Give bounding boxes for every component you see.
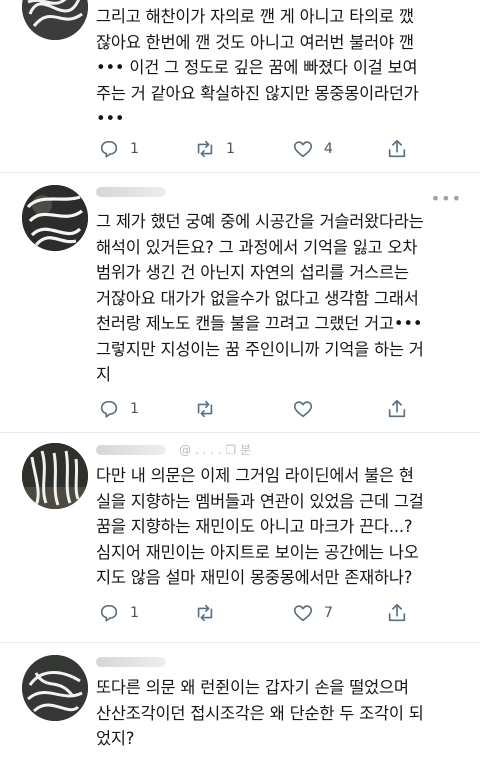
reply-icon [100, 400, 118, 418]
avatar[interactable] [22, 0, 88, 40]
retweet-icon [197, 400, 213, 418]
avatar[interactable] [22, 443, 88, 509]
more-horizontal-icon[interactable]: ••• [431, 189, 462, 208]
heart-icon [293, 141, 313, 158]
reply-icon [100, 604, 118, 622]
tweet-actions: 1 [98, 397, 418, 421]
share-icon [388, 603, 406, 622]
tweet-header [96, 651, 174, 669]
like-count: 4 [324, 141, 333, 157]
tweet-header [96, 181, 174, 199]
tweet-text: 그리고 해찬이가 자의로 깬 게 아니고 타의로 깼 잖아요 한번에 깬 것도 … [96, 7, 419, 128]
retweet-count: 1 [226, 141, 235, 157]
tweet-actions: 1 7 [98, 601, 418, 625]
user-handle[interactable]: @ . . . . ❐ 분 [179, 443, 251, 457]
share-button[interactable] [386, 137, 408, 161]
tweet-text: 그 제가 했던 궁예 중에 시공간을 거슬러왔다라는 해석이 있거든요? 그 과… [96, 212, 424, 384]
display-name[interactable] [96, 656, 166, 667]
avatar[interactable] [22, 655, 88, 721]
display-name[interactable] [96, 186, 166, 197]
like-button[interactable]: 4 [292, 137, 333, 161]
retweet-icon [197, 140, 213, 158]
share-button[interactable] [386, 397, 408, 421]
avatar[interactable] [22, 185, 88, 251]
tweet-header: @ . . . . ❐ 분 [96, 439, 251, 457]
retweet-button[interactable] [194, 601, 226, 625]
reply-icon [100, 140, 118, 158]
reply-button[interactable]: 1 [98, 601, 139, 625]
like-count: 7 [324, 605, 333, 621]
share-icon [388, 399, 406, 418]
tweet-4[interactable]: 또다른 의문 왜 런쥔이는 갑자기 손을 떨었으며 산산조각이던 접시조각은 왜… [0, 643, 480, 763]
reply-count: 1 [130, 605, 139, 621]
tweet-2[interactable]: ••• 그 제가 했던 궁예 중에 시공간을 거슬러왔다라는 해석이 있거든요?… [0, 173, 480, 431]
tweet-actions: 1 1 4 [98, 137, 418, 161]
heart-icon [293, 605, 313, 622]
share-button[interactable] [386, 601, 408, 625]
share-icon [388, 139, 406, 158]
like-button[interactable] [292, 397, 324, 421]
reply-count: 1 [130, 401, 139, 417]
tweet-text: 또다른 의문 왜 런쥔이는 갑자기 손을 떨었으며 산산조각이던 접시조각은 왜… [96, 678, 424, 748]
reply-button[interactable]: 1 [98, 137, 139, 161]
retweet-icon [197, 604, 213, 622]
tweet-text: 다만 내 의문은 이제 그거임 라이딘에서 불은 현 실을 지향하는 멤버들과 … [96, 466, 424, 587]
display-name[interactable] [96, 444, 166, 455]
retweet-button[interactable]: 1 [194, 137, 235, 161]
tweet-3[interactable]: @ . . . . ❐ 분 다만 내 의문은 이제 그거임 라이딘에서 불은 현… [0, 433, 480, 641]
reply-button[interactable]: 1 [98, 397, 139, 421]
reply-count: 1 [130, 141, 139, 157]
retweet-button[interactable] [194, 397, 226, 421]
tweet-1[interactable]: 그리고 해찬이가 자의로 깬 게 아니고 타의로 깼 잖아요 한번에 깬 것도 … [0, 0, 480, 165]
heart-icon [293, 401, 313, 418]
like-button[interactable]: 7 [292, 601, 333, 625]
